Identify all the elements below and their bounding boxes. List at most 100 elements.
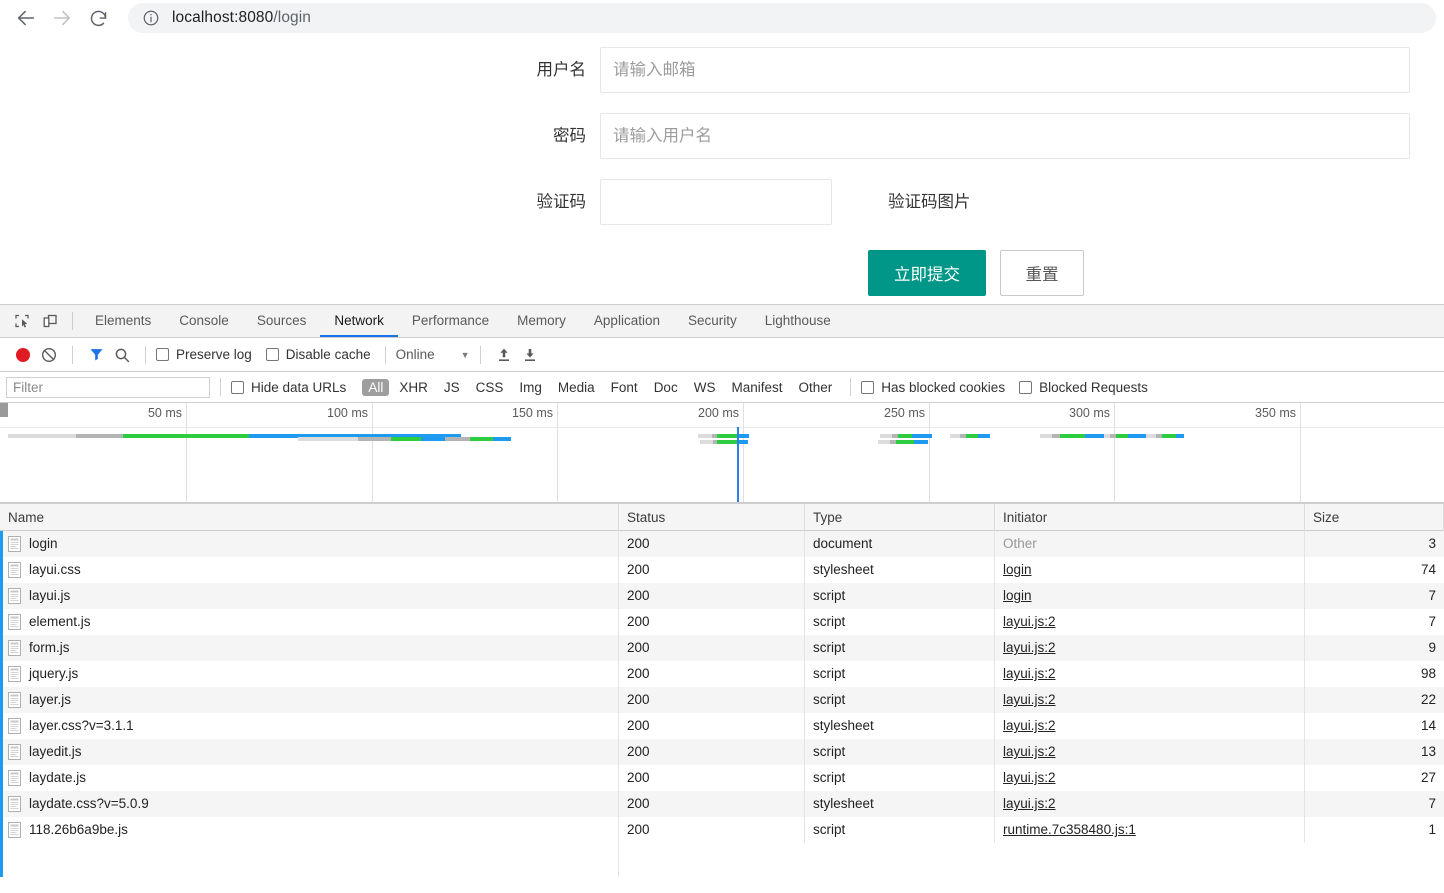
cell-size: 98 bbox=[1420, 666, 1436, 681]
has-blocked-cookies-checkbox[interactable]: Has blocked cookies bbox=[861, 380, 1005, 395]
initiator-link[interactable]: layui.js:2 bbox=[1003, 791, 1056, 817]
type-filter-xhr[interactable]: XHR bbox=[393, 379, 434, 396]
search-button[interactable] bbox=[109, 342, 135, 368]
initiator-link[interactable]: login bbox=[1003, 557, 1032, 583]
table-row[interactable]: 118.26b6a9be.js 200 script runtime.7c358480… bbox=[0, 817, 1444, 843]
hide-data-urls-checkbox[interactable]: Hide data URLs bbox=[231, 380, 346, 395]
toolbar-divider bbox=[220, 378, 221, 396]
tab-security[interactable]: Security bbox=[674, 305, 751, 337]
column-header-size[interactable]: Size bbox=[1305, 504, 1444, 531]
tab-elements[interactable]: Elements bbox=[81, 305, 165, 337]
address-bar[interactable]: localhost:8080/login bbox=[128, 3, 1436, 33]
cell-status: 200 bbox=[619, 661, 805, 687]
back-button[interactable] bbox=[8, 3, 44, 33]
checkbox-box bbox=[861, 380, 875, 394]
cell-type: stylesheet bbox=[805, 713, 995, 739]
table-row[interactable]: form.js 200 script layui.js:2 9 bbox=[0, 635, 1444, 661]
device-toolbar-button[interactable] bbox=[36, 305, 64, 337]
table-row[interactable]: layer.js 200 script layui.js:2 22 bbox=[0, 687, 1444, 713]
initiator-link[interactable]: runtime.7c358480.js:1 bbox=[1003, 817, 1136, 843]
initiator-link[interactable]: layui.js:2 bbox=[1003, 765, 1056, 791]
reset-button[interactable]: 重置 bbox=[1000, 250, 1084, 296]
overview-bar-segment bbox=[470, 437, 493, 441]
column-header-type[interactable]: Type bbox=[805, 504, 995, 531]
table-row[interactable]: element.js 200 script layui.js:2 7 bbox=[0, 609, 1444, 635]
type-filter-img[interactable]: Img bbox=[513, 379, 548, 396]
type-filter-css[interactable]: CSS bbox=[470, 379, 510, 396]
overview-corner bbox=[0, 403, 8, 417]
type-filter-manifest[interactable]: Manifest bbox=[725, 379, 788, 396]
password-input[interactable] bbox=[600, 113, 1410, 159]
tab-console[interactable]: Console bbox=[165, 305, 243, 337]
inspect-element-button[interactable] bbox=[8, 305, 36, 337]
type-filter-ws[interactable]: WS bbox=[688, 379, 722, 396]
type-filter-doc[interactable]: Doc bbox=[648, 379, 684, 396]
network-overview-timeline[interactable]: 50 ms 100 ms 150 ms 200 ms 250 ms 300 ms 350 m… bbox=[0, 403, 1444, 503]
toolbar-divider bbox=[145, 345, 146, 364]
overview-gridline bbox=[1300, 403, 1301, 502]
overview-tick-label: 50 ms bbox=[147, 406, 182, 420]
overview-bar-segment bbox=[1116, 434, 1128, 438]
preserve-log-checkbox[interactable]: Preserve log bbox=[156, 347, 252, 362]
captcha-label: 验证码 bbox=[536, 193, 587, 211]
tab-network[interactable]: Network bbox=[320, 305, 398, 337]
cell-initiator: layui.js:2 bbox=[995, 687, 1305, 713]
overview-gridline bbox=[1114, 403, 1115, 502]
disable-cache-checkbox[interactable]: Disable cache bbox=[265, 347, 371, 362]
import-har-button[interactable] bbox=[491, 342, 517, 368]
site-info-icon[interactable] bbox=[142, 9, 160, 27]
form-row-password: 密码 bbox=[0, 113, 1444, 159]
table-row[interactable]: jquery.js 200 script layui.js:2 98 bbox=[0, 661, 1444, 687]
cell-name: layer.js bbox=[3, 687, 619, 713]
column-header-name[interactable]: Name bbox=[0, 504, 619, 531]
clear-button[interactable] bbox=[36, 342, 62, 368]
reload-button[interactable] bbox=[80, 3, 116, 33]
filter-toggle-button[interactable] bbox=[83, 342, 109, 368]
tab-memory[interactable]: Memory bbox=[503, 305, 580, 337]
initiator-link[interactable]: login bbox=[1003, 583, 1032, 609]
captcha-image-placeholder[interactable]: 验证码图片 bbox=[888, 179, 971, 225]
export-har-button[interactable] bbox=[517, 342, 543, 368]
table-row[interactable]: layedit.js 200 script layui.js:2 13 bbox=[0, 739, 1444, 765]
initiator-link[interactable]: layui.js:2 bbox=[1003, 635, 1056, 661]
tab-application[interactable]: Application bbox=[580, 305, 674, 337]
record-button[interactable] bbox=[10, 342, 36, 368]
type-filter-other[interactable]: Other bbox=[792, 379, 838, 396]
blocked-requests-checkbox[interactable]: Blocked Requests bbox=[1019, 380, 1148, 395]
cell-size: 14 bbox=[1420, 718, 1436, 733]
type-filter-all[interactable]: All bbox=[362, 378, 390, 396]
submit-button[interactable]: 立即提交 bbox=[868, 250, 986, 296]
overview-bar-segment bbox=[8, 434, 76, 438]
captcha-input[interactable] bbox=[600, 179, 832, 225]
throttling-dropdown[interactable]: Online ▼ bbox=[396, 347, 470, 362]
cell-size: 13 bbox=[1420, 744, 1436, 759]
initiator-link[interactable]: layui.js:2 bbox=[1003, 609, 1056, 635]
type-filter-media[interactable]: Media bbox=[552, 379, 601, 396]
table-row[interactable]: layer.css?v=3.1.1 200 stylesheet layui.js:2… bbox=[0, 713, 1444, 739]
forward-button[interactable] bbox=[44, 3, 80, 33]
column-header-status[interactable]: Status bbox=[619, 504, 805, 531]
has-blocked-cookies-label: Has blocked cookies bbox=[881, 379, 1006, 395]
overview-request-bar bbox=[1040, 434, 1105, 438]
table-row[interactable]: layui.css 200 stylesheet login 74 bbox=[0, 557, 1444, 583]
type-filter-font[interactable]: Font bbox=[605, 379, 644, 396]
table-row[interactable]: layui.js 200 script login 7 bbox=[0, 583, 1444, 609]
initiator-link[interactable]: layui.js:2 bbox=[1003, 687, 1056, 713]
table-row[interactable]: laydate.js 200 script layui.js:2 27 bbox=[0, 765, 1444, 791]
tab-lighthouse[interactable]: Lighthouse bbox=[751, 305, 845, 337]
initiator-link[interactable]: layui.js:2 bbox=[1003, 661, 1056, 687]
tab-performance[interactable]: Performance bbox=[398, 305, 503, 337]
filter-input[interactable] bbox=[6, 376, 210, 398]
request-name: laydate.css?v=5.0.9 bbox=[29, 796, 149, 811]
cell-status: 200 bbox=[619, 791, 805, 817]
initiator-link[interactable]: layui.js:2 bbox=[1003, 739, 1056, 765]
column-header-initiator[interactable]: Initiator bbox=[995, 504, 1305, 531]
table-row[interactable]: login 200 document Other 3 bbox=[0, 531, 1444, 557]
initiator-link[interactable]: layui.js:2 bbox=[1003, 713, 1056, 739]
type-filter-js[interactable]: JS bbox=[438, 379, 466, 396]
cell-name: layedit.js bbox=[3, 739, 619, 765]
initiator-text: Other bbox=[1003, 536, 1037, 551]
username-input[interactable] bbox=[600, 47, 1410, 93]
tab-sources[interactable]: Sources bbox=[243, 305, 321, 337]
table-row[interactable]: laydate.css?v=5.0.9 200 stylesheet layui.js… bbox=[0, 791, 1444, 817]
